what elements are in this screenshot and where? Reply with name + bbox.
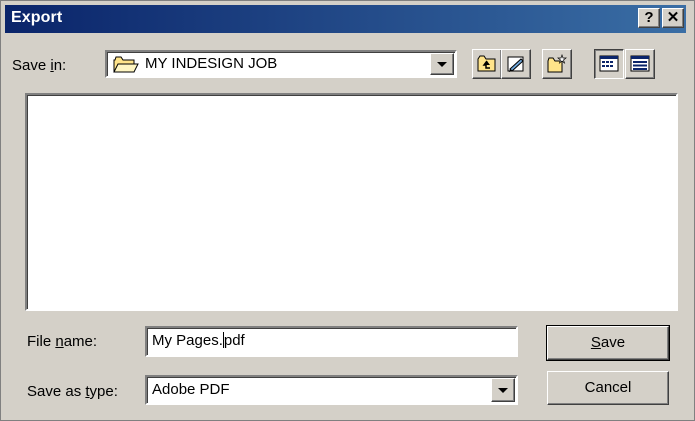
save-in-dropdown-button[interactable] bbox=[430, 53, 454, 75]
save-as-type-dropdown[interactable]: Adobe PDF bbox=[145, 375, 518, 405]
save-in-label: Save in: bbox=[12, 57, 67, 74]
folder-icon bbox=[113, 56, 139, 73]
look-in-favorites-button[interactable] bbox=[501, 49, 531, 79]
export-dialog: Export ? ✕ Save in: MY INDESIGN JOB File… bbox=[0, 0, 695, 421]
window-title: Export bbox=[11, 9, 63, 26]
save-in-value: MY INDESIGN JOB bbox=[145, 55, 278, 72]
save-as-type-label: Save as type: bbox=[27, 383, 118, 400]
file-name-input[interactable]: My Pages.pdf bbox=[145, 326, 518, 357]
up-one-level-icon bbox=[477, 55, 496, 72]
create-new-folder-icon bbox=[547, 54, 567, 73]
up-one-level-button[interactable] bbox=[472, 49, 502, 79]
close-button[interactable]: ✕ bbox=[662, 8, 684, 28]
save-button[interactable]: Save bbox=[546, 325, 670, 361]
list-view-button[interactable] bbox=[594, 49, 624, 79]
details-view-button[interactable] bbox=[625, 49, 655, 79]
save-in-dropdown[interactable]: MY INDESIGN JOB bbox=[105, 50, 457, 78]
details-view-icon bbox=[630, 55, 650, 72]
file-name-label: File name: bbox=[27, 333, 98, 350]
help-button[interactable]: ? bbox=[638, 8, 660, 28]
save-as-type-dropdown-button[interactable] bbox=[491, 378, 515, 402]
file-list-view[interactable] bbox=[25, 93, 678, 311]
save-as-type-value: Adobe PDF bbox=[152, 381, 230, 398]
list-view-icon bbox=[599, 55, 619, 72]
look-in-favorites-icon bbox=[507, 56, 524, 72]
create-new-folder-button[interactable] bbox=[542, 49, 572, 79]
cancel-button[interactable]: Cancel bbox=[547, 371, 669, 405]
title-bar[interactable]: Export ? ✕ bbox=[5, 5, 686, 33]
